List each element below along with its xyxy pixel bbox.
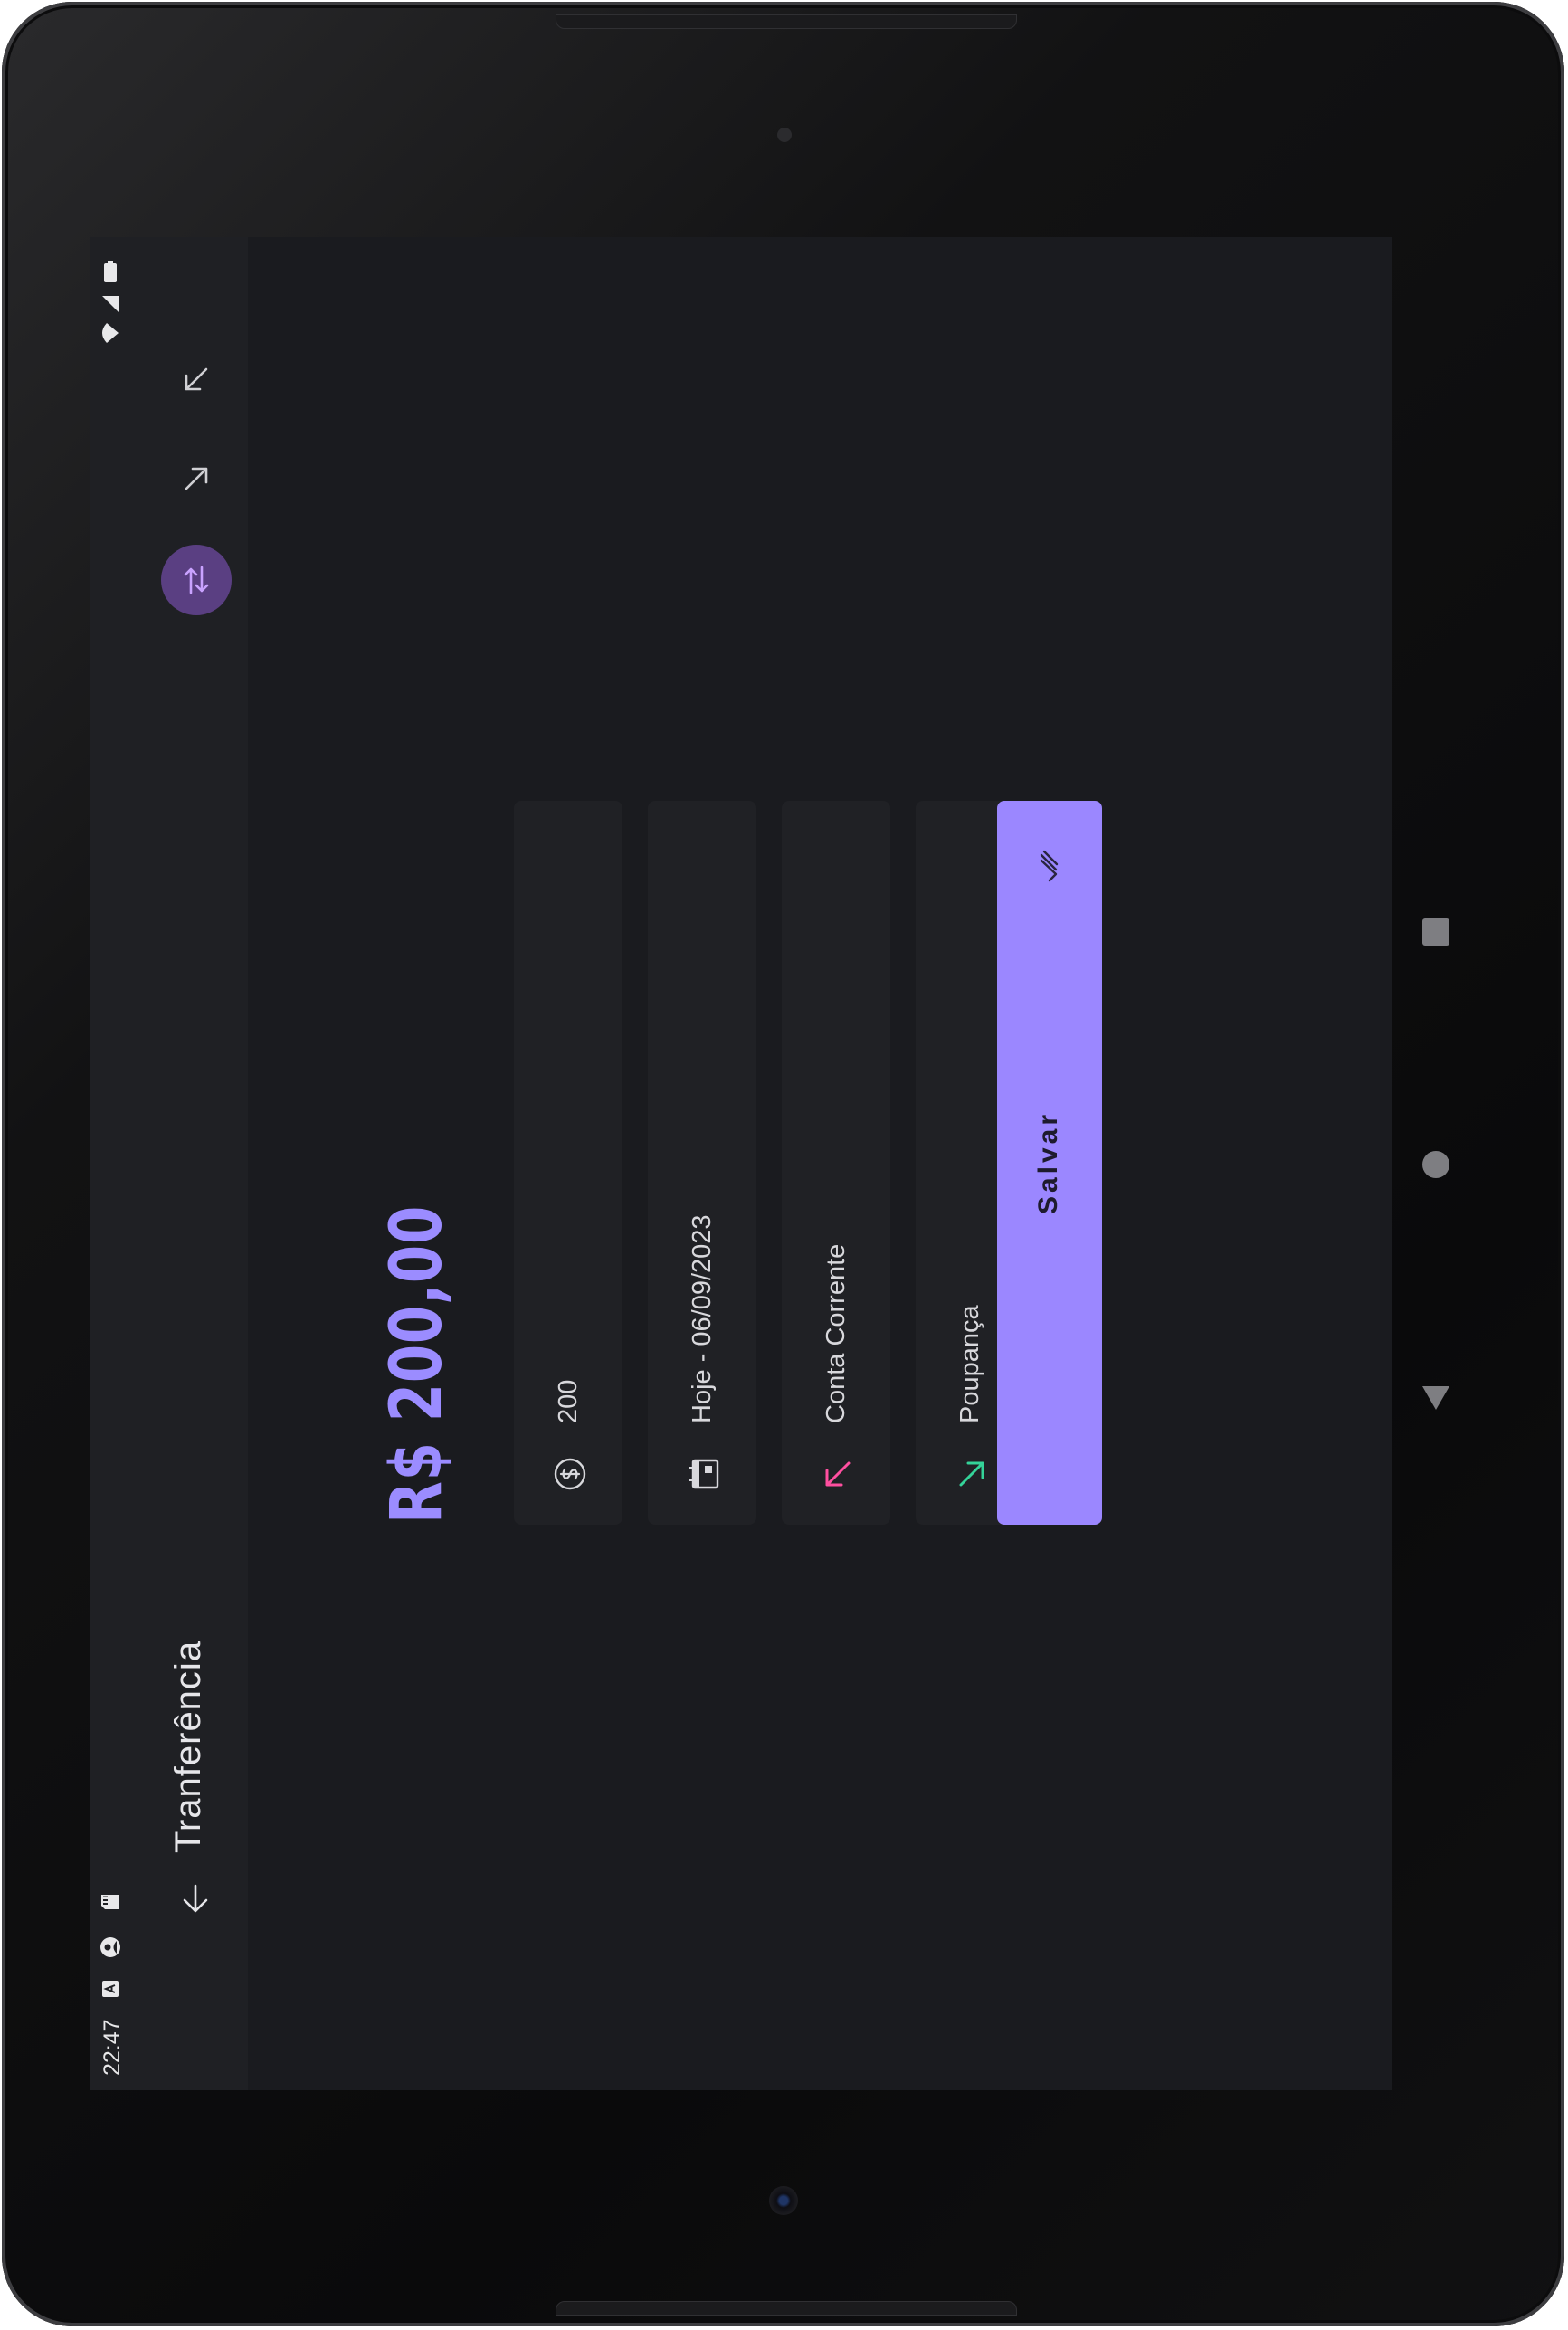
page-title: Tranferência xyxy=(168,1640,208,1853)
arrow-up-left-icon xyxy=(820,1456,856,1492)
tab-income[interactable] xyxy=(161,344,232,414)
tab-transfer[interactable] xyxy=(161,545,232,615)
dollar-circle-icon xyxy=(552,1456,588,1492)
account-notification-icon xyxy=(100,1936,121,1958)
home-button[interactable] xyxy=(1422,1151,1449,1178)
bottom-speaker-grille xyxy=(556,2301,1017,2316)
wifi-icon xyxy=(100,322,121,344)
proximity-sensor xyxy=(777,128,792,142)
from-account-text: Conta Corrente xyxy=(822,1243,851,1423)
top-speaker-grille xyxy=(556,14,1017,29)
amount-display: R$ 200,00 xyxy=(376,1204,458,1524)
cell-signal-icon xyxy=(100,293,121,315)
double-check-icon xyxy=(1031,848,1068,884)
battery-icon xyxy=(100,261,121,282)
calendar-icon xyxy=(686,1456,722,1492)
app-screen: 22:47 Tranferência R$ 200,00 200 Hoje - … xyxy=(90,237,1392,2090)
back-triangle-icon xyxy=(1422,1386,1449,1410)
arrow-left-icon xyxy=(183,1884,208,1913)
status-bar: 22:47 xyxy=(90,237,132,2090)
back-button[interactable] xyxy=(168,1871,223,1926)
value-field[interactable]: 200 xyxy=(514,801,622,1525)
recent-apps-button[interactable] xyxy=(1422,918,1449,946)
from-account-field[interactable]: Conta Corrente xyxy=(782,801,890,1525)
app-bar: Tranferência xyxy=(132,237,248,2090)
front-camera xyxy=(769,2186,798,2215)
accessibility-icon xyxy=(100,1978,121,2000)
transfer-icon xyxy=(184,566,209,594)
arrow-down-right-icon xyxy=(954,1456,990,1492)
sd-card-icon xyxy=(100,1891,121,1913)
date-field-text: Hoje - 06/09/2023 xyxy=(688,1214,717,1423)
income-arrow-icon xyxy=(185,367,208,391)
tab-expense[interactable] xyxy=(161,443,232,514)
back-nav-button[interactable] xyxy=(1421,1384,1451,1412)
save-button-label: Salvar xyxy=(1033,1110,1063,1215)
expense-arrow-icon xyxy=(185,467,208,490)
to-account-text: Poupança xyxy=(955,1305,984,1423)
value-field-text: 200 xyxy=(554,1379,583,1423)
save-button[interactable]: Salvar xyxy=(997,801,1102,1525)
landscape-content: 22:47 Tranferência R$ 200,00 200 Hoje - … xyxy=(90,237,1392,2090)
date-field[interactable]: Hoje - 06/09/2023 xyxy=(648,801,756,1525)
status-time: 22:47 xyxy=(100,2019,125,2076)
